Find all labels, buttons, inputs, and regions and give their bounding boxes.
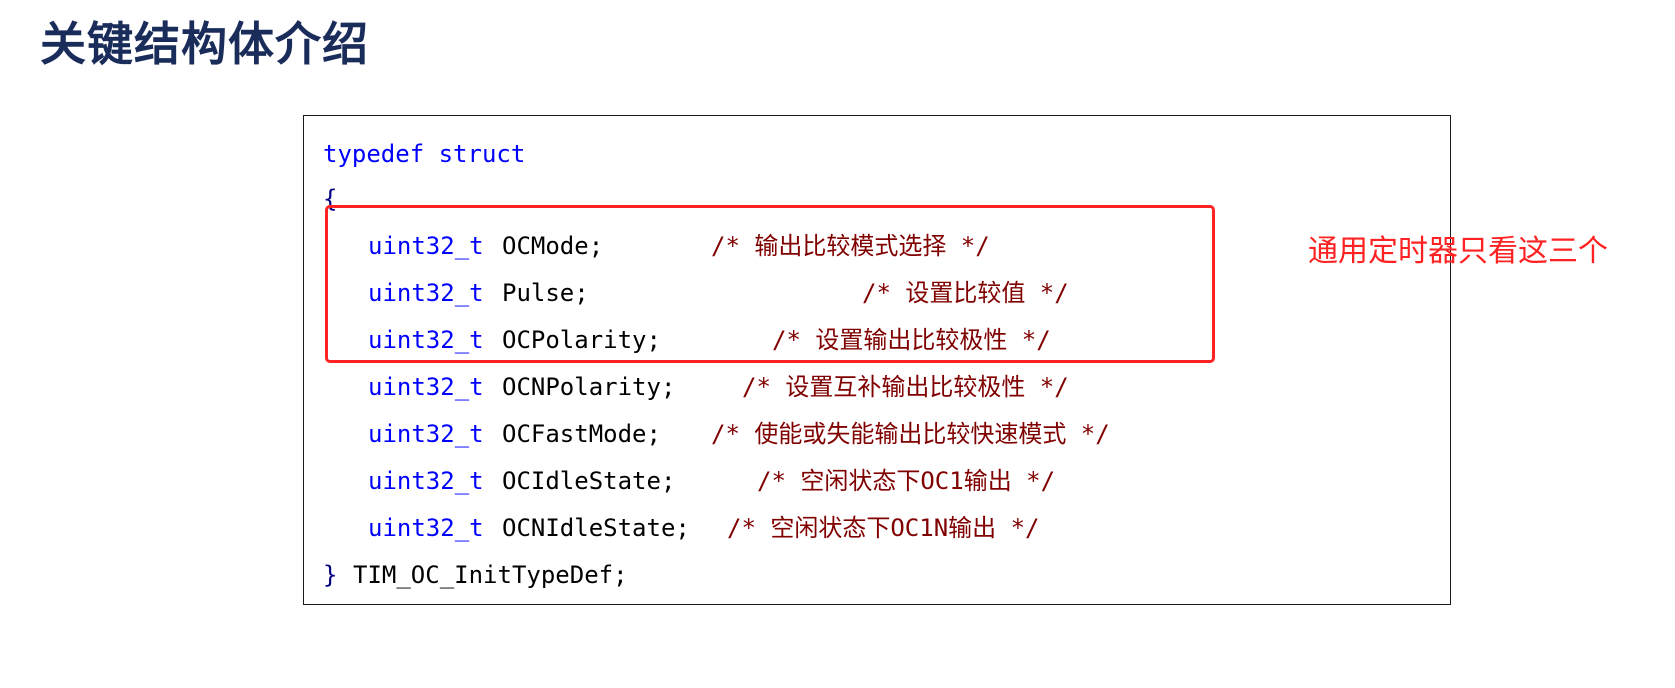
field-type: uint32_t [368, 373, 484, 401]
field-type: uint32_t [368, 467, 484, 495]
code-typedef-name: TIM_OC_InitTypeDef; [353, 561, 628, 589]
slide-title: 关键结构体介绍 [40, 17, 369, 71]
field-comment: /* 空闲状态下OC1输出 */ [757, 467, 1056, 495]
field-name: OCIdleState; [502, 467, 676, 495]
field-type: uint32_t [368, 420, 484, 448]
annotation-text: 通用定时器只看这三个 [1308, 234, 1608, 269]
field-name: OCFastMode; [502, 420, 661, 448]
field-comment: /* 使能或失能输出比较快速模式 */ [711, 420, 1110, 448]
code-typedef-struct: typedef struct [323, 140, 526, 168]
code-close-brace: } [323, 561, 338, 589]
field-comment: /* 设置互补输出比较极性 */ [742, 373, 1069, 401]
field-name: OCNIdleState; [502, 514, 690, 542]
field-type: uint32_t [368, 514, 484, 542]
highlight-box [325, 205, 1215, 363]
field-comment: /* 空闲状态下OC1N输出 */ [727, 514, 1040, 542]
field-name: OCNPolarity; [502, 373, 676, 401]
